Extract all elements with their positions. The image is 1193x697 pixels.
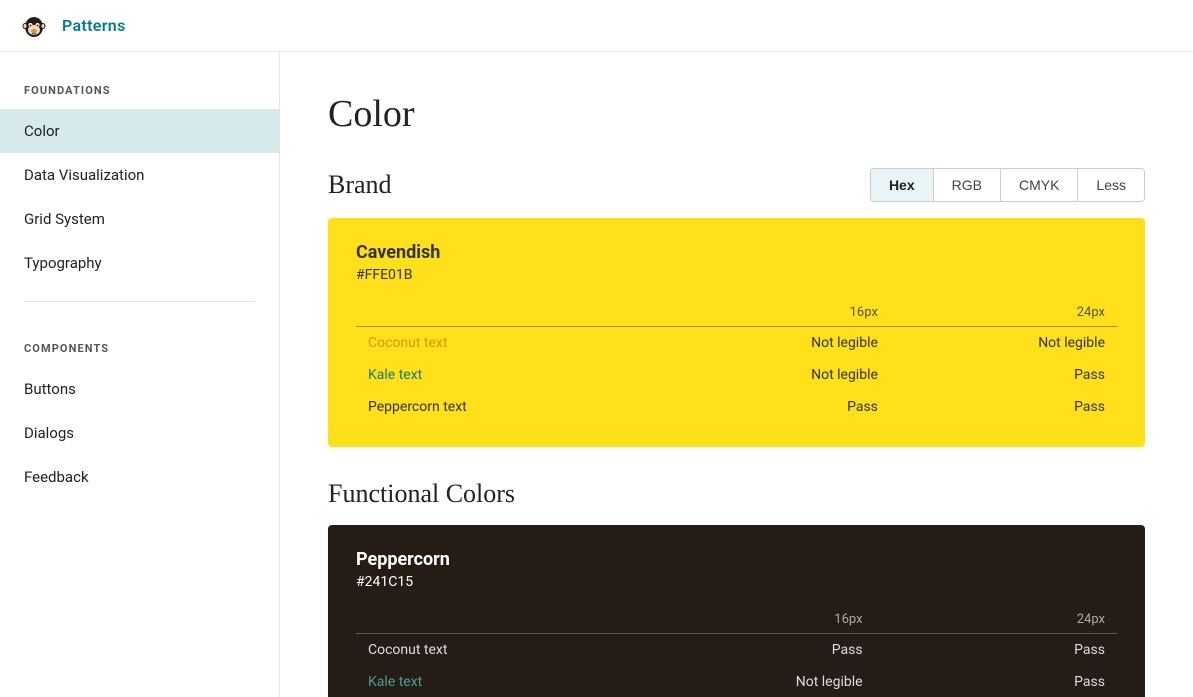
topnav: Patterns <box>0 0 1193 52</box>
text-label-kale: Kale text <box>356 666 632 697</box>
mailchimp-logo-icon <box>16 8 52 44</box>
peppercorn-color-card: Peppercorn #241C15 16px 24px Coconut tex… <box>328 525 1145 697</box>
cavendish-color-name: Cavendish <box>356 242 1117 263</box>
col-16px: 16px <box>632 606 874 634</box>
col-text-label <box>356 299 663 327</box>
peppercorn-color-name: Peppercorn <box>356 549 1117 570</box>
cavendish-color-card: Cavendish #FFE01B 16px 24px Coconut text… <box>328 218 1145 447</box>
sidebar-item-color[interactable]: Color <box>0 109 279 153</box>
col-24px: 24px <box>875 606 1117 634</box>
cavendish-color-table: 16px 24px Coconut text Not legible Not l… <box>356 299 1117 423</box>
page-title: Color <box>328 92 1145 136</box>
text-label-peppercorn: Peppercorn text <box>356 391 663 423</box>
format-tab-less[interactable]: Less <box>1078 169 1144 201</box>
format-tab-rgb[interactable]: RGB <box>934 169 1001 201</box>
sidebar-item-feedback[interactable]: Feedback <box>0 455 279 499</box>
text-label-coconut: Coconut text <box>356 634 632 667</box>
sidebar-item-typography[interactable]: Typography <box>0 241 279 285</box>
nav-brand-title: Patterns <box>62 16 126 35</box>
functional-section-title: Functional Colors <box>328 479 1145 509</box>
layout: FOUNDATIONS Color Data Visualization Gri… <box>0 52 1193 697</box>
table-header-row: 16px 24px <box>356 606 1117 634</box>
val-kale-24: Pass <box>890 359 1117 391</box>
table-row: Coconut text Not legible Not legible <box>356 327 1117 360</box>
brand-section-header: Brand Hex RGB CMYK Less <box>328 168 1145 202</box>
text-label-kale: Kale text <box>356 359 663 391</box>
table-row: Peppercorn text Pass Pass <box>356 391 1117 423</box>
brand-section-title: Brand <box>328 170 392 200</box>
table-row: Coconut text Pass Pass <box>356 634 1117 667</box>
cavendish-color-hex: #FFE01B <box>356 267 1117 283</box>
format-tab-hex[interactable]: Hex <box>871 169 934 201</box>
val-kale-16: Not legible <box>632 666 874 697</box>
logo-wrap: Patterns <box>16 8 126 44</box>
peppercorn-color-table: 16px 24px Coconut text Pass Pass Kale te… <box>356 606 1117 697</box>
val-coconut-16: Pass <box>632 634 874 667</box>
col-16px: 16px <box>663 299 890 327</box>
val-kale-16: Not legible <box>663 359 890 391</box>
format-tabs: Hex RGB CMYK Less <box>870 168 1145 202</box>
sidebar-item-buttons[interactable]: Buttons <box>0 367 279 411</box>
peppercorn-color-hex: #241C15 <box>356 574 1117 590</box>
val-coconut-16: Not legible <box>663 327 890 360</box>
sidebar-item-data-visualization[interactable]: Data Visualization <box>0 153 279 197</box>
sidebar-divider <box>24 301 255 302</box>
val-peppercorn-24: Pass <box>890 391 1117 423</box>
foundations-section-label: FOUNDATIONS <box>0 84 279 109</box>
col-text-label <box>356 606 632 634</box>
table-row: Kale text Not legible Pass <box>356 666 1117 697</box>
val-coconut-24: Pass <box>875 634 1117 667</box>
sidebar: FOUNDATIONS Color Data Visualization Gri… <box>0 52 280 697</box>
main-content: Color Brand Hex RGB CMYK Less Cavendish … <box>280 52 1193 697</box>
val-peppercorn-16: Pass <box>663 391 890 423</box>
val-coconut-24: Not legible <box>890 327 1117 360</box>
table-header-row: 16px 24px <box>356 299 1117 327</box>
text-label-coconut: Coconut text <box>356 327 663 360</box>
components-section-label: COMPONENTS <box>0 318 279 367</box>
format-tab-cmyk[interactable]: CMYK <box>1001 169 1078 201</box>
val-kale-24: Pass <box>875 666 1117 697</box>
table-row: Kale text Not legible Pass <box>356 359 1117 391</box>
sidebar-item-dialogs[interactable]: Dialogs <box>0 411 279 455</box>
col-24px: 24px <box>890 299 1117 327</box>
sidebar-item-grid-system[interactable]: Grid System <box>0 197 279 241</box>
